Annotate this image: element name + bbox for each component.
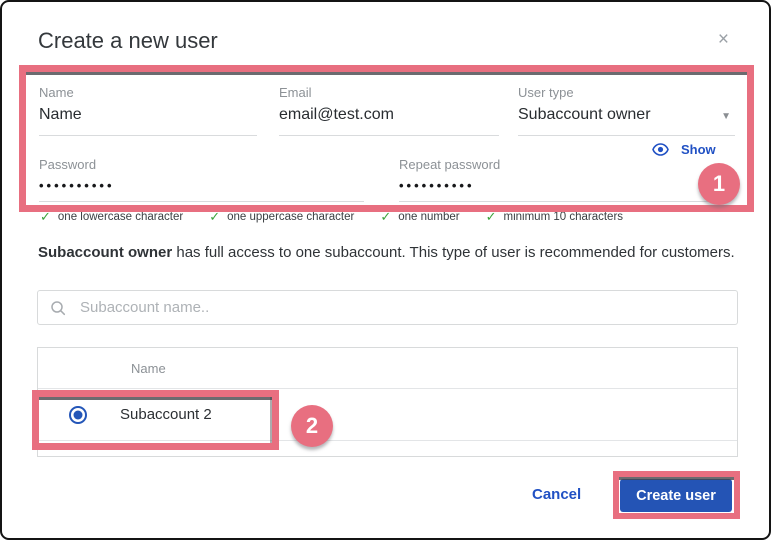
name-value: Name — [39, 106, 82, 123]
subaccount-name: Subaccount 2 — [120, 406, 212, 423]
description-bold: Subaccount owner — [38, 244, 173, 261]
input-underline — [39, 201, 364, 202]
check-icon: ✓ — [209, 209, 221, 224]
email-value: email@test.com — [279, 106, 394, 123]
rule-number: ✓ one number — [380, 209, 459, 225]
radio-selected-icon[interactable] — [69, 405, 87, 424]
password-value: •••••••••• — [39, 178, 115, 193]
description-text: has full access to one subaccount. This … — [172, 244, 735, 261]
repeat-password-field[interactable]: Repeat password •••••••••• — [399, 157, 724, 202]
table-header: Name — [38, 348, 737, 389]
rule-text: minimum 10 characters — [503, 211, 624, 223]
rule-lowercase: ✓ one lowercase character — [40, 209, 183, 225]
rule-text: one lowercase character — [57, 211, 184, 223]
table-row[interactable]: Subaccount 2 — [38, 389, 737, 441]
search-input[interactable] — [78, 298, 725, 317]
input-underline — [399, 201, 724, 202]
check-icon: ✓ — [485, 209, 497, 224]
name-field[interactable]: Name Name — [39, 85, 257, 136]
cancel-button[interactable]: Cancel — [532, 486, 581, 503]
eye-icon — [652, 143, 669, 156]
show-password-label: Show — [681, 142, 716, 157]
chevron-down-icon[interactable]: ▼ — [721, 111, 731, 122]
rule-uppercase: ✓ one uppercase character — [209, 209, 354, 225]
user-type-description: Subaccount owner has full access to one … — [38, 244, 735, 261]
user-type-label: User type — [518, 85, 574, 100]
name-label: Name — [39, 85, 74, 100]
repeat-password-value: •••••••••• — [399, 178, 475, 193]
input-underline — [279, 135, 499, 136]
password-label: Password — [39, 157, 97, 172]
email-label: Email — [279, 85, 312, 100]
close-icon[interactable]: × — [718, 30, 729, 49]
create-user-button[interactable]: Create user — [620, 479, 732, 512]
show-password-toggle[interactable]: Show — [652, 142, 716, 157]
input-underline — [518, 135, 735, 136]
subaccount-search[interactable] — [37, 290, 738, 325]
password-rules: ✓ one lowercase character ✓ one uppercas… — [40, 209, 623, 225]
user-type-value: Subaccount owner — [518, 106, 651, 123]
radio-dot — [73, 410, 83, 419]
search-icon — [51, 300, 66, 315]
rule-length: ✓ minimum 10 characters — [486, 209, 623, 225]
check-icon: ✓ — [380, 209, 392, 224]
create-user-modal: Create a new user × Name Name Email emai… — [0, 0, 771, 540]
user-type-select[interactable]: User type Subaccount owner ▼ — [518, 85, 735, 136]
repeat-password-label: Repeat password — [399, 157, 501, 172]
email-field[interactable]: Email email@test.com — [279, 85, 499, 136]
check-icon: ✓ — [40, 209, 51, 224]
rule-text: one uppercase character — [227, 211, 355, 223]
password-field[interactable]: Password •••••••••• — [39, 157, 364, 202]
subaccount-table: Name Subaccount 2 — [37, 347, 738, 457]
name-column-header: Name — [131, 360, 166, 376]
page-title: Create a new user — [38, 28, 218, 53]
rule-text: one number — [398, 211, 460, 223]
input-underline — [39, 135, 257, 136]
